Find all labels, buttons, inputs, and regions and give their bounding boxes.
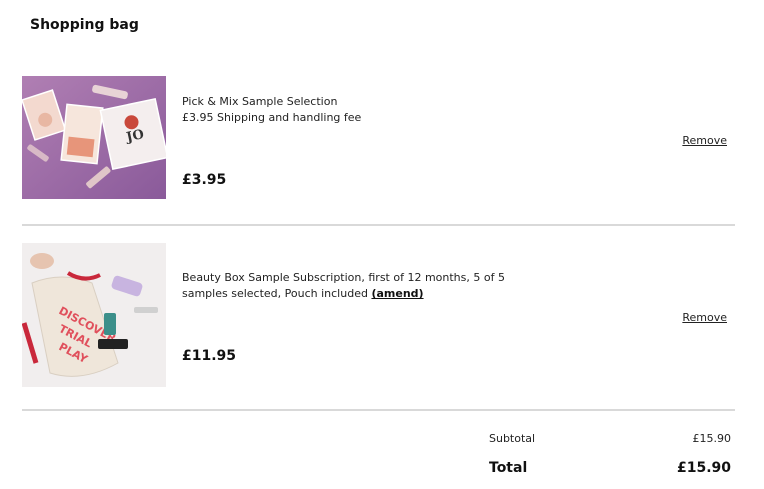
remove-button[interactable]: Remove	[682, 134, 727, 147]
remove-button[interactable]: Remove	[682, 311, 727, 324]
item-price: £11.95	[182, 348, 237, 364]
subtotal-label: Subtotal	[489, 432, 536, 445]
bag-item: DISCOVER TRIAL PLAY Beauty Box Sample Su…	[22, 243, 735, 387]
total-value: £15.90	[676, 460, 731, 476]
page-title: Shopping bag	[30, 17, 139, 33]
item-description-text: Beauty Box Sample Subscription, first of…	[182, 271, 505, 300]
beauty-box-pouch-image[interactable]: DISCOVER TRIAL PLAY	[22, 243, 166, 387]
item-price: £3.95	[182, 172, 227, 188]
subtotal-value: £15.90	[692, 432, 732, 445]
divider	[22, 409, 735, 411]
item-description: Pick & Mix Sample Selection £3.95 Shippi…	[182, 95, 362, 124]
total-label: Total	[489, 460, 528, 476]
item-description: Beauty Box Sample Subscription, first of…	[182, 270, 542, 302]
divider	[22, 224, 735, 226]
amend-link[interactable]: (amend)	[371, 287, 423, 300]
sample-sachets-image[interactable]: JO	[22, 76, 166, 199]
bag-item: JO Pick & Mix Sample Selection £3.95 Shi…	[22, 76, 735, 199]
